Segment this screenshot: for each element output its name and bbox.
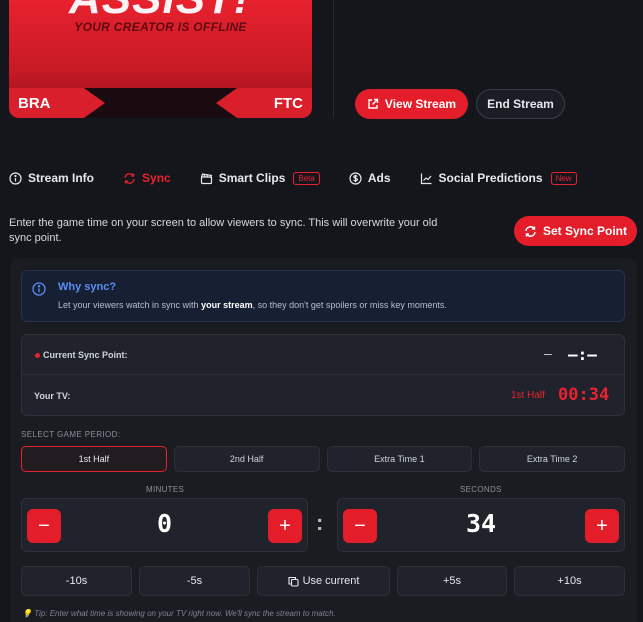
vertical-divider	[333, 0, 334, 118]
time-separator: :	[316, 510, 324, 535]
tab-stream-info[interactable]: Stream Info	[9, 171, 94, 185]
view-stream-button[interactable]: View Stream	[355, 89, 468, 119]
why-sync-text-post: , so they don't get spoilers or miss key…	[252, 300, 447, 310]
your-tv-time: 00:34	[558, 385, 610, 405]
banner-subtitle: YOUR CREATOR IS OFFLINE	[74, 20, 247, 34]
minutes-increment-button[interactable]: +	[268, 509, 302, 543]
tab-label: Ads	[367, 171, 391, 185]
plus-10s-button[interactable]: +10s	[514, 566, 625, 596]
current-sync-label: Current Sync Point:	[43, 350, 128, 360]
view-stream-label: View Stream	[384, 97, 457, 111]
sync-tip: 💡 Tip: Enter what time is showing on you…	[22, 609, 336, 618]
sync-tip-text: Tip: Enter what time is showing on your …	[34, 609, 336, 618]
seconds-label: SECONDS	[460, 485, 502, 494]
tab-label: Smart Clips	[218, 171, 286, 185]
plus-5s-button[interactable]: +5s	[397, 566, 507, 596]
period-label: SELECT GAME PERIOD:	[21, 430, 121, 439]
seconds-value[interactable]: 34	[338, 509, 624, 538]
lightbulb-icon: 💡	[22, 609, 32, 618]
external-link-icon	[368, 98, 379, 109]
sync-icon	[124, 172, 135, 184]
end-stream-label: End Stream	[487, 97, 554, 111]
why-sync-text-bold: your stream	[201, 300, 253, 310]
tab-label: Social Predictions	[438, 171, 543, 185]
dollar-icon	[349, 171, 362, 185]
current-sync-dash: –	[544, 345, 552, 361]
minus-10s-button[interactable]: -10s	[21, 566, 132, 596]
minutes-stepper: 0 − +	[21, 498, 308, 552]
minutes-value[interactable]: 0	[22, 509, 307, 538]
use-current-label: Use current	[302, 575, 360, 587]
beta-badge: Beta	[293, 171, 320, 185]
status-dot	[35, 353, 40, 358]
copy-icon	[288, 576, 299, 587]
tab-smart-clips[interactable]: Smart Clips Beta	[200, 171, 320, 185]
period-selector: 1st Half 2nd Half Extra Time 1 Extra Tim…	[21, 446, 625, 472]
use-current-button[interactable]: Use current	[257, 566, 390, 596]
your-tv-label: Your TV:	[34, 391, 71, 401]
tab-social-predictions[interactable]: Social Predictions New	[420, 171, 577, 185]
current-sync-value: –:—	[568, 345, 597, 364]
plus-5s-label: +5s	[442, 575, 462, 587]
quick-adjust-bar: -10s -5s Use current +5s +10s	[21, 566, 625, 596]
minus-5s-button[interactable]: -5s	[139, 566, 250, 596]
period-1st-half[interactable]: 1st Half	[21, 446, 167, 472]
info-icon	[9, 171, 22, 185]
tab-label: Stream Info	[28, 171, 95, 185]
minus-5s-label: -5s	[186, 575, 203, 587]
tab-label: Sync	[142, 171, 171, 185]
team-left-label: BRA	[18, 95, 51, 112]
sync-status-box: Current Sync Point: – –:— Your TV: 1st H…	[21, 334, 625, 416]
set-sync-point-label: Set Sync Point	[542, 224, 628, 238]
minutes-decrement-button[interactable]: −	[27, 509, 61, 543]
period-2nd-half[interactable]: 2nd Half	[173, 446, 320, 472]
team-right-label: FTC	[273, 95, 303, 112]
end-stream-button[interactable]: End Stream	[476, 89, 565, 119]
sync-description: Enter the game time on your screen to al…	[9, 217, 438, 244]
tab-bar: Stream Info Sync Smart Clips Beta Ads So…	[9, 168, 606, 188]
current-sync-row: Current Sync Point: – –:—	[22, 335, 624, 375]
seconds-stepper: 34 − +	[337, 498, 625, 552]
period-extra-time-1[interactable]: Extra Time 1	[326, 446, 473, 472]
seconds-increment-button[interactable]: +	[585, 509, 619, 543]
offline-banner: ASSIST! YOUR CREATOR IS OFFLINE BRA FTC	[9, 0, 312, 118]
minutes-label: MINUTES	[146, 485, 185, 494]
why-sync-title: Why sync?	[58, 281, 117, 293]
set-sync-point-button[interactable]: Set Sync Point	[514, 216, 637, 246]
why-sync-text-pre: Let your viewers watch in sync with	[58, 300, 202, 310]
period-extra-time-2[interactable]: Extra Time 2	[479, 446, 625, 472]
sync-icon	[525, 225, 536, 237]
tab-sync[interactable]: Sync	[123, 171, 171, 185]
info-icon	[32, 282, 46, 296]
plus-10s-label: +10s	[557, 575, 582, 587]
seconds-decrement-button[interactable]: −	[343, 509, 377, 543]
new-badge: New	[550, 171, 577, 185]
tab-ads[interactable]: Ads	[349, 171, 391, 185]
clapperboard-icon	[200, 172, 213, 184]
why-sync-callout: Why sync? Let your viewers watch in sync…	[21, 270, 625, 322]
minus-10s-label: -10s	[65, 575, 88, 587]
why-sync-text: Let your viewers watch in sync with your…	[58, 300, 447, 310]
your-tv-period: 1st Half	[511, 390, 545, 401]
chart-icon	[420, 173, 432, 184]
